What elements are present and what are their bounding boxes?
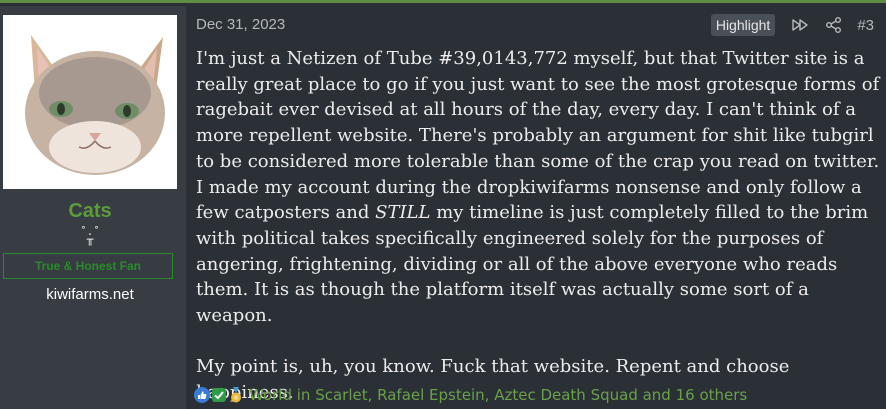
- post-actions: Highlight #3: [710, 14, 874, 36]
- reactions-text[interactable]: World in Scarlet, Rafael Epstein, Aztec …: [249, 386, 747, 404]
- user-site: kiwifarms.net: [46, 286, 134, 303]
- avatar[interactable]: [3, 15, 177, 189]
- share-icon[interactable]: [825, 16, 843, 34]
- emphasis-text: STILL: [375, 202, 431, 224]
- post-date[interactable]: Dec 31, 2023: [196, 16, 285, 33]
- post-paragraph-1: I'm just a Netizen of Tube #39,0143,772 …: [196, 48, 880, 327]
- post-number[interactable]: #3: [857, 17, 874, 34]
- post-body: I'm just a Netizen of Tube #39,0143,772 …: [196, 46, 881, 406]
- user-title: ˚.˚ ╥: [80, 225, 100, 246]
- reactions-bar[interactable]: World in Scarlet, Rafael Epstein, Aztec …: [194, 386, 747, 404]
- thumbs-up-icon: [194, 387, 210, 403]
- user-banner: True & Honest Fan: [3, 253, 173, 279]
- medal-icon: [228, 387, 244, 403]
- username[interactable]: Cats: [0, 200, 180, 223]
- highlight-button[interactable]: Highlight: [710, 14, 776, 36]
- fast-forward-icon[interactable]: [791, 16, 809, 34]
- user-panel: Cats ˚.˚ ╥ True & Honest Fan kiwifarms.n…: [0, 6, 186, 409]
- post-container: Cats ˚.˚ ╥ True & Honest Fan kiwifarms.n…: [0, 0, 886, 409]
- cat-avatar-image: [3, 15, 177, 189]
- post-main: Dec 31, 2023 Highlight #3 I'm just a Net…: [186, 6, 886, 409]
- check-icon: [211, 387, 227, 403]
